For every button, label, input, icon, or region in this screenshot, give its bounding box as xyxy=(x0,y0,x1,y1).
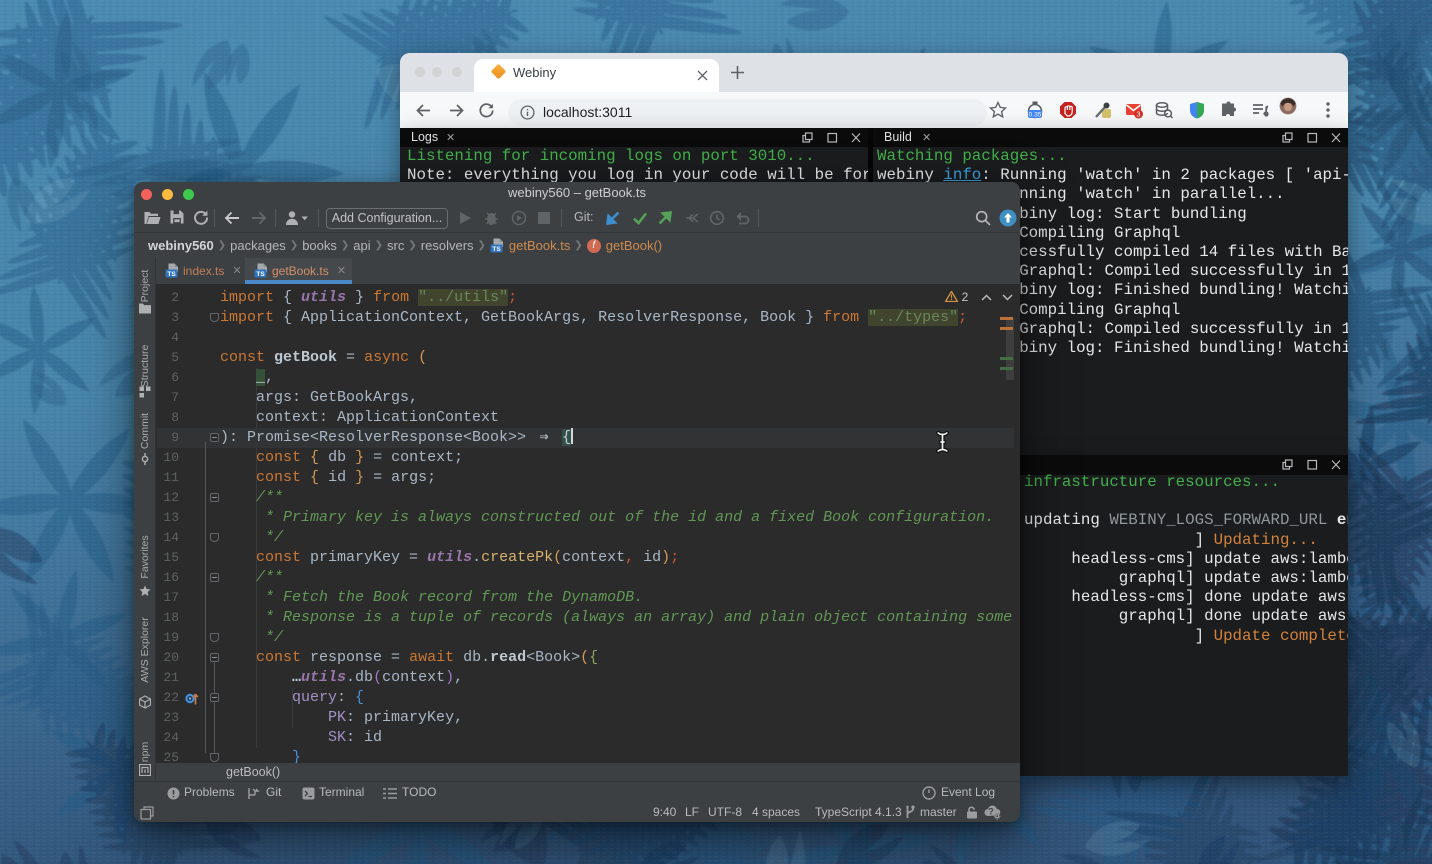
svg-text:0.35: 0.35 xyxy=(1029,111,1042,118)
svg-text:?: ? xyxy=(988,807,994,817)
svg-text:3: 3 xyxy=(1136,110,1140,119)
svg-text:TS: TS xyxy=(167,271,176,278)
svg-text:TS: TS xyxy=(492,246,501,253)
svg-text:TS: TS xyxy=(256,271,265,278)
